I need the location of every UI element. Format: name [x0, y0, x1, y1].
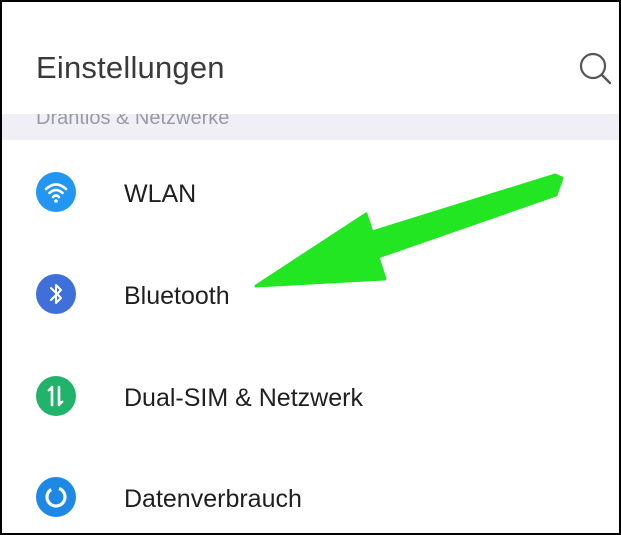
settings-item-dual-sim[interactable]: Dual-SIM & Netzwerk	[2, 351, 619, 441]
search-button[interactable]	[577, 52, 617, 92]
data-transfer-icon	[36, 376, 76, 416]
settings-item-label: Bluetooth	[124, 282, 230, 310]
page-title: Einstellungen	[36, 50, 225, 85]
settings-item-label: Datenverbrauch	[124, 485, 302, 513]
app-header: Einstellungen	[2, 2, 619, 114]
settings-item-wlan[interactable]: WLAN	[2, 147, 619, 237]
settings-item-bluetooth[interactable]: Bluetooth	[2, 249, 619, 339]
settings-item-label: WLAN	[124, 180, 197, 208]
data-usage-icon	[36, 477, 76, 517]
settings-item-data-usage[interactable]: Datenverbrauch	[2, 452, 619, 533]
settings-screen: Einstellungen Drahtlos & Netzwerke WLAN	[0, 0, 621, 535]
search-icon	[579, 52, 612, 85]
bluetooth-icon	[36, 274, 76, 314]
settings-item-label: Dual-SIM & Netzwerk	[124, 384, 363, 412]
wifi-icon	[36, 172, 76, 212]
